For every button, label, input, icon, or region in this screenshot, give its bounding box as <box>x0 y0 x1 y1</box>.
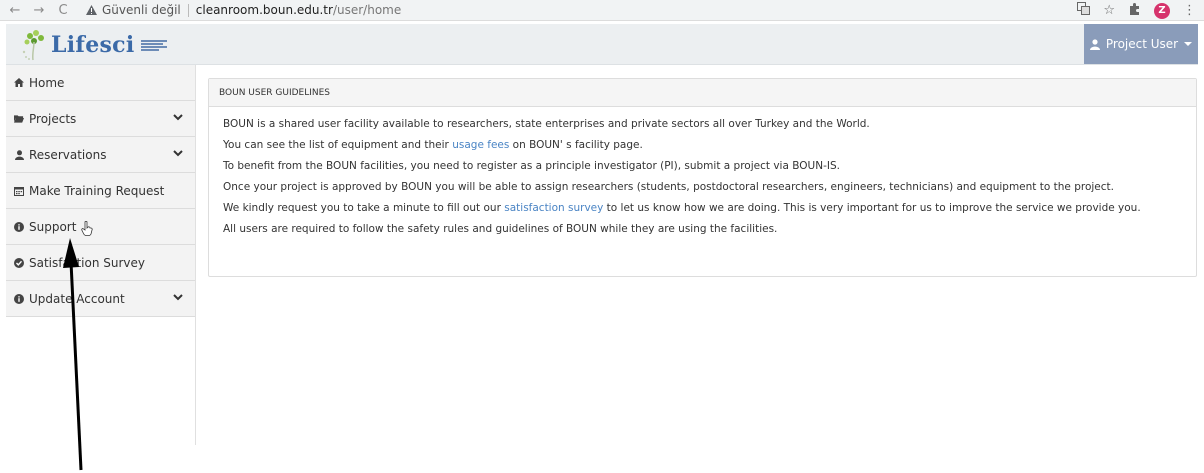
browser-menu-icon[interactable]: ⋮ <box>1183 3 1196 18</box>
url-path: /user/home <box>332 3 402 17</box>
info-icon <box>14 293 24 304</box>
sidebar-item-support[interactable]: Support <box>6 209 195 245</box>
sidebar-item-projects[interactable]: Projects <box>6 101 195 137</box>
url-host: cleanroom.boun.edu.tr <box>195 3 333 17</box>
hand-cursor-icon <box>81 220 93 239</box>
reload-button[interactable]: C <box>54 3 72 18</box>
sidebar-item-satisfaction-survey[interactable]: Satisfaction Survey <box>6 245 195 281</box>
caret-down-icon <box>1184 42 1193 46</box>
logo-text: Lifesci <box>51 32 135 58</box>
profile-avatar[interactable]: Z <box>1154 2 1170 19</box>
sidebar-item-training-request[interactable]: Make Training Request <box>6 173 195 209</box>
sidebar: Home Projects Reservations Make Training… <box>6 65 196 445</box>
calendar-icon <box>14 186 24 196</box>
chevron-down-icon <box>173 114 183 121</box>
browser-actions: ☆ Z ⋮ <box>1077 2 1196 19</box>
logo-university-mark <box>140 39 167 51</box>
guideline-line: We kindly request you to take a minute t… <box>223 201 1182 222</box>
panel-title: BOUN USER GUIDELINES <box>209 79 1196 107</box>
browser-toolbar: ← → C Güvenli değil cleanroom.boun.edu.t… <box>0 0 1204 21</box>
info-icon <box>14 221 24 232</box>
site-header: Lifesci Project User <box>6 24 1198 65</box>
logo-flower-icon <box>22 30 44 61</box>
guidelines-panel: BOUN USER GUIDELINES BOUN is a shared us… <box>208 78 1197 277</box>
sidebar-item-label: Home <box>29 75 65 90</box>
usage-fees-link[interactable]: usage fees <box>452 139 509 151</box>
home-icon <box>14 78 24 87</box>
address-divider <box>187 3 189 17</box>
chevron-down-icon <box>173 294 183 301</box>
sidebar-item-label: Support <box>29 219 77 234</box>
guideline-text: on BOUN' s facility page. <box>509 139 643 151</box>
sidebar-item-label: Satisfaction Survey <box>29 255 145 270</box>
security-label: Güvenli değil <box>102 3 181 17</box>
guideline-line: BOUN is a shared user facility available… <box>223 118 870 130</box>
guideline-line: Once your project is approved by BOUN yo… <box>223 181 1114 193</box>
guideline-line: You can see the list of equipment and th… <box>223 138 1182 159</box>
forward-button[interactable]: → <box>30 3 48 18</box>
chevron-down-icon <box>173 150 183 157</box>
user-icon <box>1089 38 1100 50</box>
sidebar-item-reservations[interactable]: Reservations <box>6 137 195 173</box>
sidebar-item-label: Projects <box>29 111 77 126</box>
sidebar-item-update-account[interactable]: Update Account <box>6 281 195 317</box>
user-menu-label: Project User <box>1105 37 1179 51</box>
bookmark-star-icon[interactable]: ☆ <box>1103 3 1115 18</box>
guideline-text: You can see the list of equipment and th… <box>223 139 453 151</box>
check-circle-icon <box>14 257 24 268</box>
extensions-icon[interactable] <box>1128 2 1141 19</box>
satisfaction-survey-link[interactable]: satisfaction survey <box>504 202 603 214</box>
sidebar-item-home[interactable]: Home <box>6 65 195 101</box>
guideline-line: All users are required to follow the saf… <box>223 223 778 235</box>
guideline-line: To benefit from the BOUN facilities, you… <box>223 160 840 172</box>
user-menu-button[interactable]: Project User <box>1084 24 1198 64</box>
warning-icon <box>86 5 97 15</box>
security-indicator[interactable]: Güvenli değil <box>86 3 181 17</box>
guideline-text: to let us know how we are doing. This is… <box>603 202 1141 214</box>
sidebar-item-label: Update Account <box>29 291 125 306</box>
panel-body: BOUN is a shared user facility available… <box>209 107 1196 243</box>
lifesci-logo[interactable]: Lifesci <box>20 27 200 63</box>
user-icon <box>14 149 24 160</box>
guideline-text: We kindly request you to take a minute t… <box>223 202 505 214</box>
sidebar-item-label: Reservations <box>29 147 107 162</box>
sidebar-item-label: Make Training Request <box>29 183 165 198</box>
translate-icon[interactable] <box>1077 2 1091 19</box>
address-bar[interactable]: cleanroom.boun.edu.tr/user/home <box>196 3 401 17</box>
folder-open-icon <box>14 114 24 123</box>
back-button[interactable]: ← <box>6 3 24 18</box>
